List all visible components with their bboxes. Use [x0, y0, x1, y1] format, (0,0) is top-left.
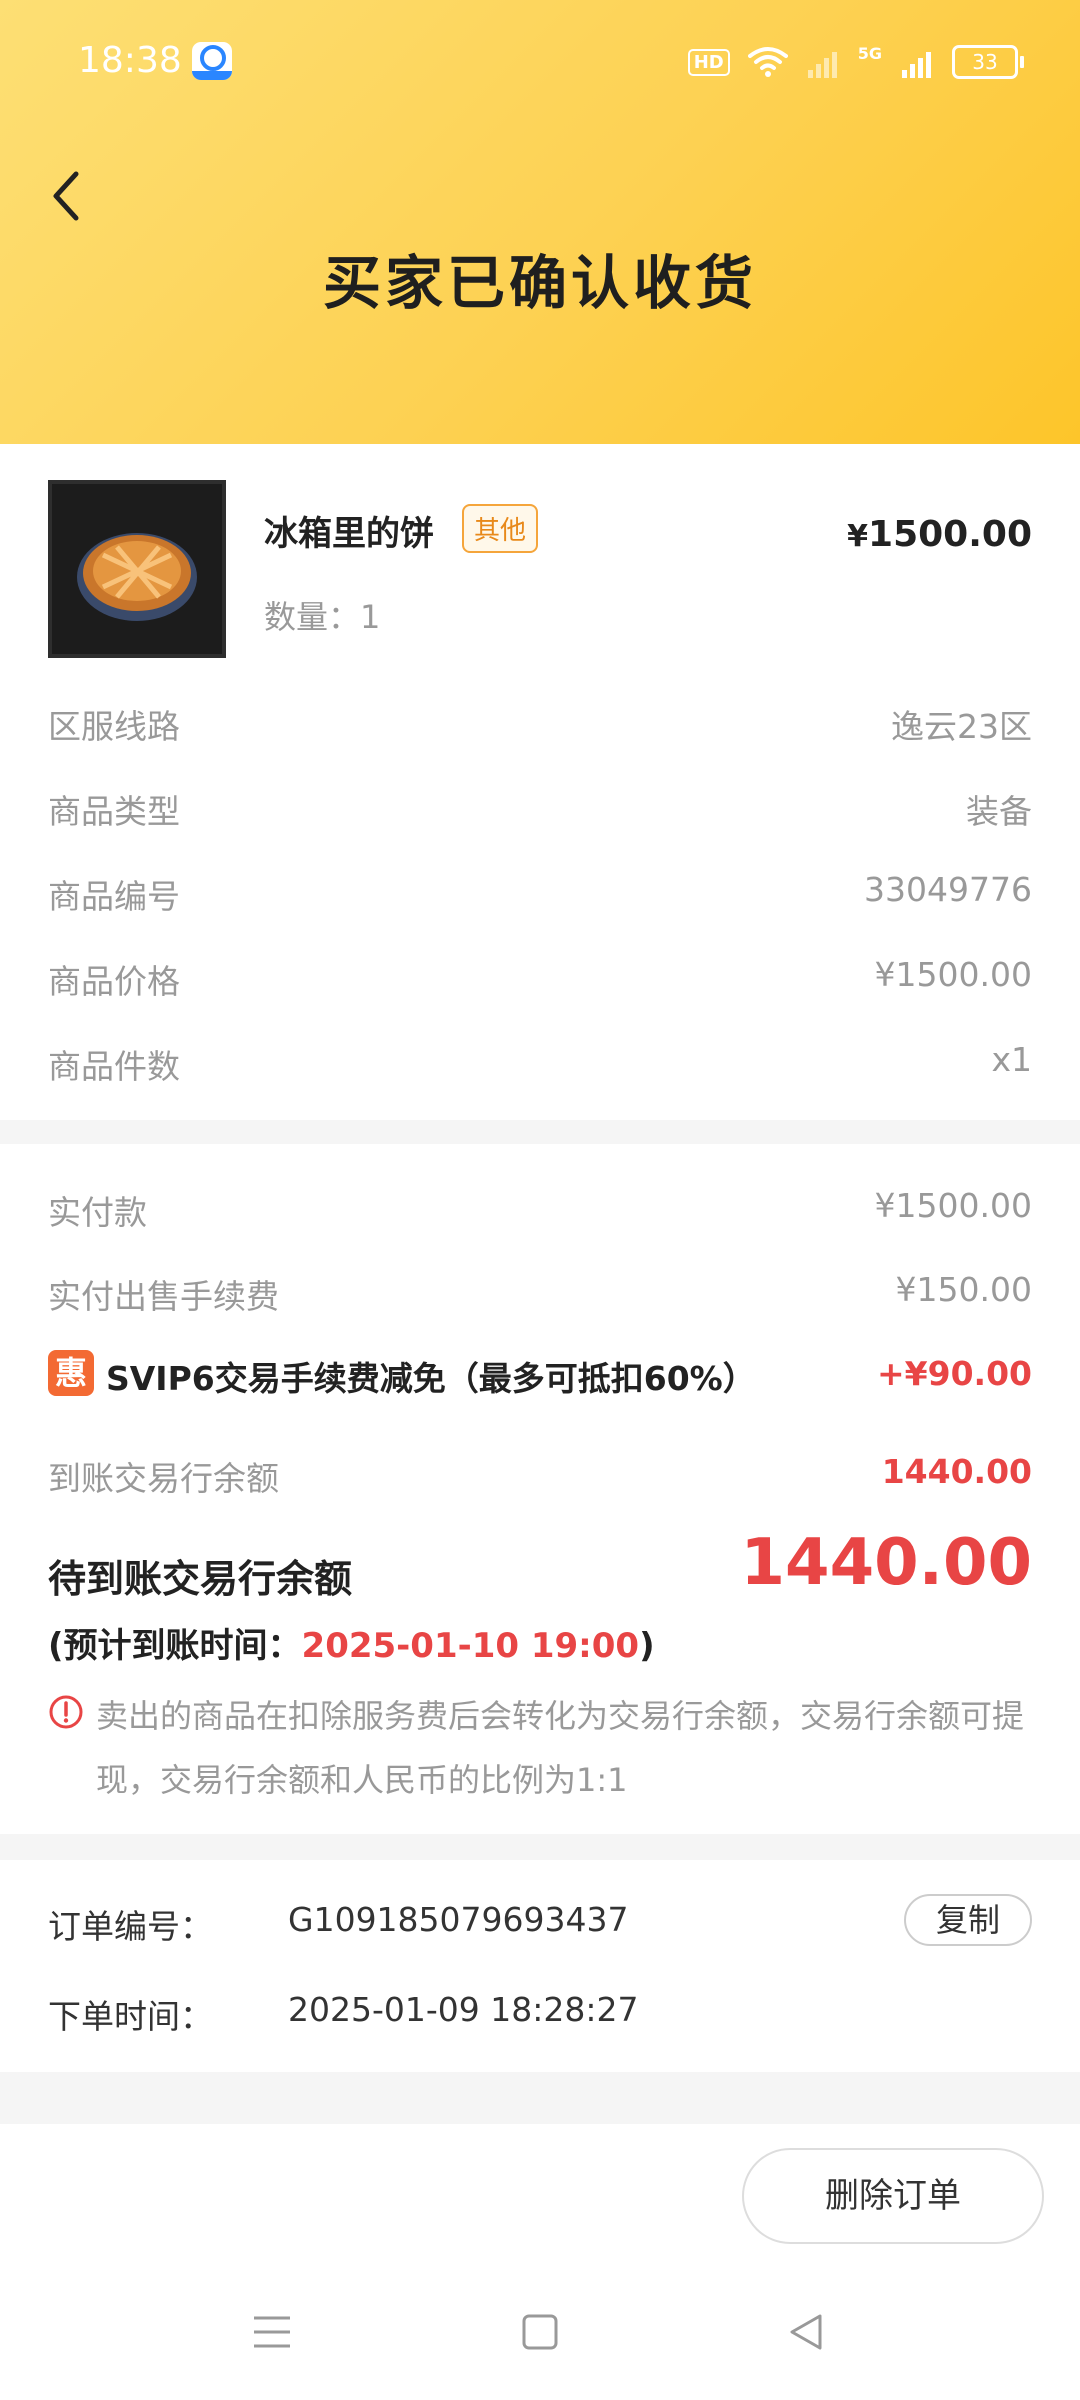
svip-discount-value: +¥90.00	[877, 1354, 1032, 1393]
header-banner: 18:38 HD 5G 33 买家已确认收货	[0, 0, 1080, 444]
detail-value-count: x1	[991, 1040, 1032, 1079]
copy-button[interactable]: 复制	[904, 1894, 1032, 1946]
order-time-value: 2025-01-09 18:28:27	[288, 1990, 639, 2029]
price-symbol: ¥	[847, 519, 869, 554]
delete-order-button[interactable]: 删除订单	[742, 2148, 1044, 2244]
fee-value: ¥150.00	[895, 1270, 1032, 1309]
balance-notice-text: 卖出的商品在扣除服务费后会转化为交易行余额，交易行余额可提现，交易行余额和人民币…	[96, 1697, 1025, 1799]
order-time-label: 下单时间：	[48, 1997, 213, 2036]
home-nav-icon[interactable]	[518, 2310, 562, 2354]
back-nav-icon[interactable]	[784, 2310, 828, 2354]
pending-balance-label: 待到账交易行余额	[48, 1557, 353, 1601]
signal-strong-icon	[902, 52, 931, 78]
eta-time: 2025-01-10 19:00	[301, 1626, 640, 1666]
product-name: 冰箱里的饼	[264, 514, 434, 554]
network-type-label: 5G	[857, 44, 882, 63]
received-label: 到账交易行余额	[48, 1459, 279, 1498]
order-number-value: G109185079693437	[288, 1900, 629, 1939]
svip-discount-label: SVIP6交易手续费减免（最多可抵扣60%）	[106, 1359, 756, 1398]
discount-badge-icon: 惠	[48, 1350, 94, 1396]
paid-label: 实付款	[48, 1193, 147, 1232]
product-price: ¥1500.00	[847, 514, 1032, 555]
eta-prefix: (预计到账时间：	[48, 1626, 302, 1666]
detail-label-count: 商品件数	[48, 1047, 180, 1086]
order-info-card	[0, 1860, 1080, 2072]
detail-label-type: 商品类型	[48, 792, 180, 831]
status-right-group: HD 5G 33	[687, 44, 1024, 80]
wifi-icon	[747, 47, 788, 77]
back-arrow-icon[interactable]	[46, 166, 86, 226]
price-value: 1500.00	[868, 514, 1032, 555]
fee-label: 实付出售手续费	[48, 1277, 279, 1316]
detail-value-id: 33049776	[864, 870, 1032, 909]
detail-label-server: 区服线路	[48, 707, 180, 746]
eta-line: (预计到账时间：2025-01-10 19:00)	[48, 1618, 655, 1667]
battery-icon: 33	[952, 45, 1024, 79]
detail-value-server: 逸云23区	[891, 707, 1032, 746]
status-bar: 18:38 HD 5G 33	[0, 0, 1080, 124]
status-time: 18:38	[78, 40, 182, 81]
hd-icon: HD	[687, 48, 730, 76]
product-thumbnail	[48, 480, 226, 658]
detail-label-id: 商品编号	[48, 877, 180, 916]
app-notification-icon	[192, 42, 232, 80]
received-value: 1440.00	[881, 1452, 1032, 1491]
product-quantity: 数量：1	[264, 592, 380, 638]
quantity-label: 数量：	[264, 598, 361, 636]
warning-icon	[49, 1695, 83, 1729]
eta-suffix: )	[639, 1626, 655, 1666]
product-category-tag: 其他	[462, 504, 539, 553]
detail-label-price: 商品价格	[48, 962, 180, 1001]
pie-image	[77, 533, 197, 621]
battery-level: 33	[952, 45, 1018, 79]
pending-balance-amount: 1440.00	[740, 1526, 1033, 1600]
paid-value: ¥1500.00	[874, 1186, 1032, 1225]
quantity-value: 1	[360, 598, 381, 636]
signal-weak-icon	[807, 52, 837, 78]
menu-nav-icon[interactable]	[250, 2310, 294, 2354]
detail-value-price: ¥1500.00	[874, 955, 1032, 994]
order-number-label: 订单编号：	[48, 1907, 213, 1946]
detail-value-type: 装备	[966, 792, 1032, 831]
page-title: 买家已确认收货	[322, 249, 757, 317]
